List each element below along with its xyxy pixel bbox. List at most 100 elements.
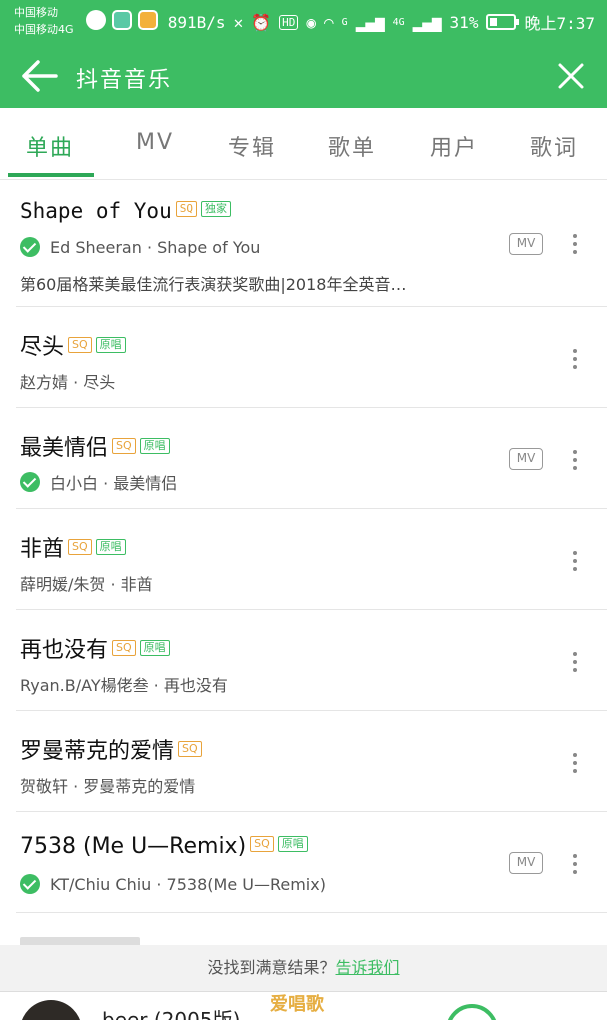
play-pause-button[interactable]: [446, 1004, 498, 1020]
carrier-line-1: 中国移动: [14, 6, 58, 19]
clock: 晚上7:37: [524, 14, 595, 33]
more-options-icon[interactable]: [567, 650, 583, 674]
sq-badge: SQ: [68, 539, 92, 555]
signal-label-2: 4G: [392, 16, 405, 28]
song-artist-album: Ryan.B/AY楊佬叁 · 再也没有: [20, 676, 228, 695]
mv-button[interactable]: MV: [509, 233, 543, 255]
song-meta: 贺敬轩 · 罗曼蒂克的爱情: [20, 773, 195, 797]
song-title: 罗曼蒂克的爱情 SQ: [20, 733, 202, 765]
original-badge: 原唱: [95, 337, 126, 353]
song-meta: Ed Sheeran · Shape of You: [20, 237, 260, 257]
song-title-text: 最美情侣: [20, 436, 109, 461]
more-options-icon[interactable]: [567, 751, 583, 775]
more-options-icon[interactable]: [567, 852, 583, 876]
song-row[interactable]: 罗曼蒂克的爱情 SQ 贺敬轩 · 罗曼蒂克的爱情: [0, 711, 607, 812]
more-options-icon[interactable]: [567, 232, 583, 256]
song-artist-album: 赵方婧 · 尽头: [20, 373, 116, 392]
song-row-partial[interactable]: [0, 913, 607, 945]
page-title: 抖音音乐: [76, 68, 173, 93]
battery-fill: [490, 18, 498, 26]
more-options-icon[interactable]: [567, 347, 583, 371]
hd-icon: HD: [279, 14, 299, 30]
partial-row-content: [20, 937, 140, 945]
mv-button[interactable]: MV: [509, 448, 543, 470]
tab-albums[interactable]: 专辑: [228, 130, 276, 162]
tab-playlists[interactable]: 歌单: [328, 130, 376, 162]
eye-icon: ◉: [306, 12, 317, 32]
app-bar: 抖音音乐: [0, 44, 607, 108]
song-row[interactable]: 7538 (Me U—Remix) SQ 原唱 KT/Chiu Chiu · 753…: [0, 812, 607, 913]
song-row[interactable]: 再也没有 SQ 原唱 Ryan.B/AY楊佬叁 · 再也没有: [0, 610, 607, 711]
song-title: 非酋 SQ 原唱: [20, 531, 126, 563]
status-right: 891B/s ✕ ⏰ HD ◉ ◠ G ▂▄▆ 4G ▂▄▆ 31% 晚上7:3…: [168, 10, 595, 34]
song-meta: 白小白 · 最美情侣: [20, 470, 177, 494]
song-title: Shape of You SQ 独家: [20, 199, 231, 223]
mv-button[interactable]: MV: [509, 852, 543, 874]
feedback-prompt: 没找到满意结果？: [207, 958, 336, 977]
song-artist-album: 白小白 · 最美情侣: [50, 474, 178, 493]
video-notification-icon: [138, 10, 158, 30]
tab-mv[interactable]: MV: [136, 130, 174, 155]
song-description: 第60届格莱美最佳流行表演获奖歌曲|2018年全英音…: [20, 275, 407, 294]
verified-check-icon: [20, 237, 40, 257]
signal-icon: ▂▄▆: [355, 12, 385, 32]
close-icon: [558, 63, 584, 89]
carrier-info: 中国移动 中国移动4G: [14, 4, 74, 38]
sq-badge: SQ: [112, 438, 136, 454]
song-meta: 薛明媛/朱贺 · 非酋: [20, 571, 153, 595]
back-button[interactable]: [20, 58, 60, 94]
more-options-icon[interactable]: [567, 448, 583, 472]
app-notification-icon: [86, 10, 106, 30]
alarm-icon: ⏰: [251, 12, 272, 32]
song-list: Shape of You SQ 独家 Ed Sheeran · Shape of Y…: [0, 181, 607, 945]
tab-lyrics[interactable]: 歌词: [530, 130, 578, 162]
song-title: 7538 (Me U—Remix) SQ 原唱: [20, 834, 308, 859]
song-meta: 赵方婧 · 尽头: [20, 369, 115, 393]
wechat-notification-icon: [112, 10, 132, 30]
tab-singles[interactable]: 单曲: [26, 130, 74, 162]
song-title-text: 非酋: [20, 537, 65, 562]
active-tab-indicator: [8, 173, 94, 177]
song-title-text: 再也没有: [20, 638, 109, 663]
verified-check-icon: [20, 874, 40, 894]
song-title-text: Shape of You: [20, 199, 172, 223]
feedback-bar: 没找到满意结果？告诉我们: [0, 945, 607, 991]
original-badge: 原唱: [277, 836, 308, 852]
song-title-text: 罗曼蒂克的爱情: [20, 739, 175, 764]
exclusive-badge: 独家: [200, 201, 231, 217]
song-row[interactable]: 最美情侣 SQ 原唱 白小白 · 最美情侣 MV: [0, 408, 607, 509]
signal-icon-2: ▂▄▆: [412, 12, 442, 32]
verified-check-icon: [20, 472, 40, 492]
sq-badge: SQ: [178, 741, 202, 757]
sq-badge: SQ: [250, 836, 274, 852]
song-row[interactable]: 非酋 SQ 原唱 薛明媛/朱贺 · 非酋: [0, 509, 607, 610]
network-speed: 891B/s: [167, 12, 226, 32]
carrier-line-2: 中国移动4G: [14, 23, 74, 36]
song-row[interactable]: Shape of You SQ 独家 Ed Sheeran · Shape of Y…: [0, 181, 607, 307]
mini-player[interactable]: beer (2005版) 爱唱歌: [0, 991, 607, 1020]
feedback-link[interactable]: 告诉我们: [336, 958, 400, 977]
album-cover[interactable]: [20, 1000, 82, 1020]
song-meta: KT/Chiu Chiu · 7538(Me U—Remix): [20, 874, 326, 894]
song-title: 尽头 SQ 原唱: [20, 329, 126, 361]
more-options-icon[interactable]: [567, 549, 583, 573]
watermark-text: 爱唱歌: [270, 994, 324, 1015]
close-button[interactable]: [557, 62, 585, 90]
battery-icon: [486, 14, 520, 30]
song-row[interactable]: 尽头 SQ 原唱 赵方婧 · 尽头: [0, 307, 607, 408]
signal-label-1: G: [341, 16, 348, 28]
song-artist-album: 薛明媛/朱贺 · 非酋: [20, 575, 153, 594]
song-artist-album: 贺敬轩 · 罗曼蒂克的爱情: [20, 777, 196, 796]
song-title: 再也没有 SQ 原唱: [20, 632, 170, 664]
status-bar: 中国移动 中国移动4G 891B/s ✕ ⏰ HD ◉ ◠ G ▂▄▆ 4G ▂…: [0, 0, 607, 44]
song-title-text: 7538 (Me U—Remix): [20, 834, 247, 859]
mute-icon: ✕: [233, 12, 244, 32]
now-playing-title: beer (2005版): [102, 1008, 241, 1020]
back-arrow-icon: [22, 60, 58, 92]
wifi-icon: ◠: [324, 12, 334, 32]
battery-percent: 31%: [449, 12, 479, 32]
tab-bar: 单曲 MV 专辑 歌单 用户 歌词: [0, 108, 607, 180]
tab-users[interactable]: 用户: [430, 130, 478, 162]
song-artist-album: Ed Sheeran · Shape of You: [50, 237, 261, 257]
original-badge: 原唱: [95, 539, 126, 555]
